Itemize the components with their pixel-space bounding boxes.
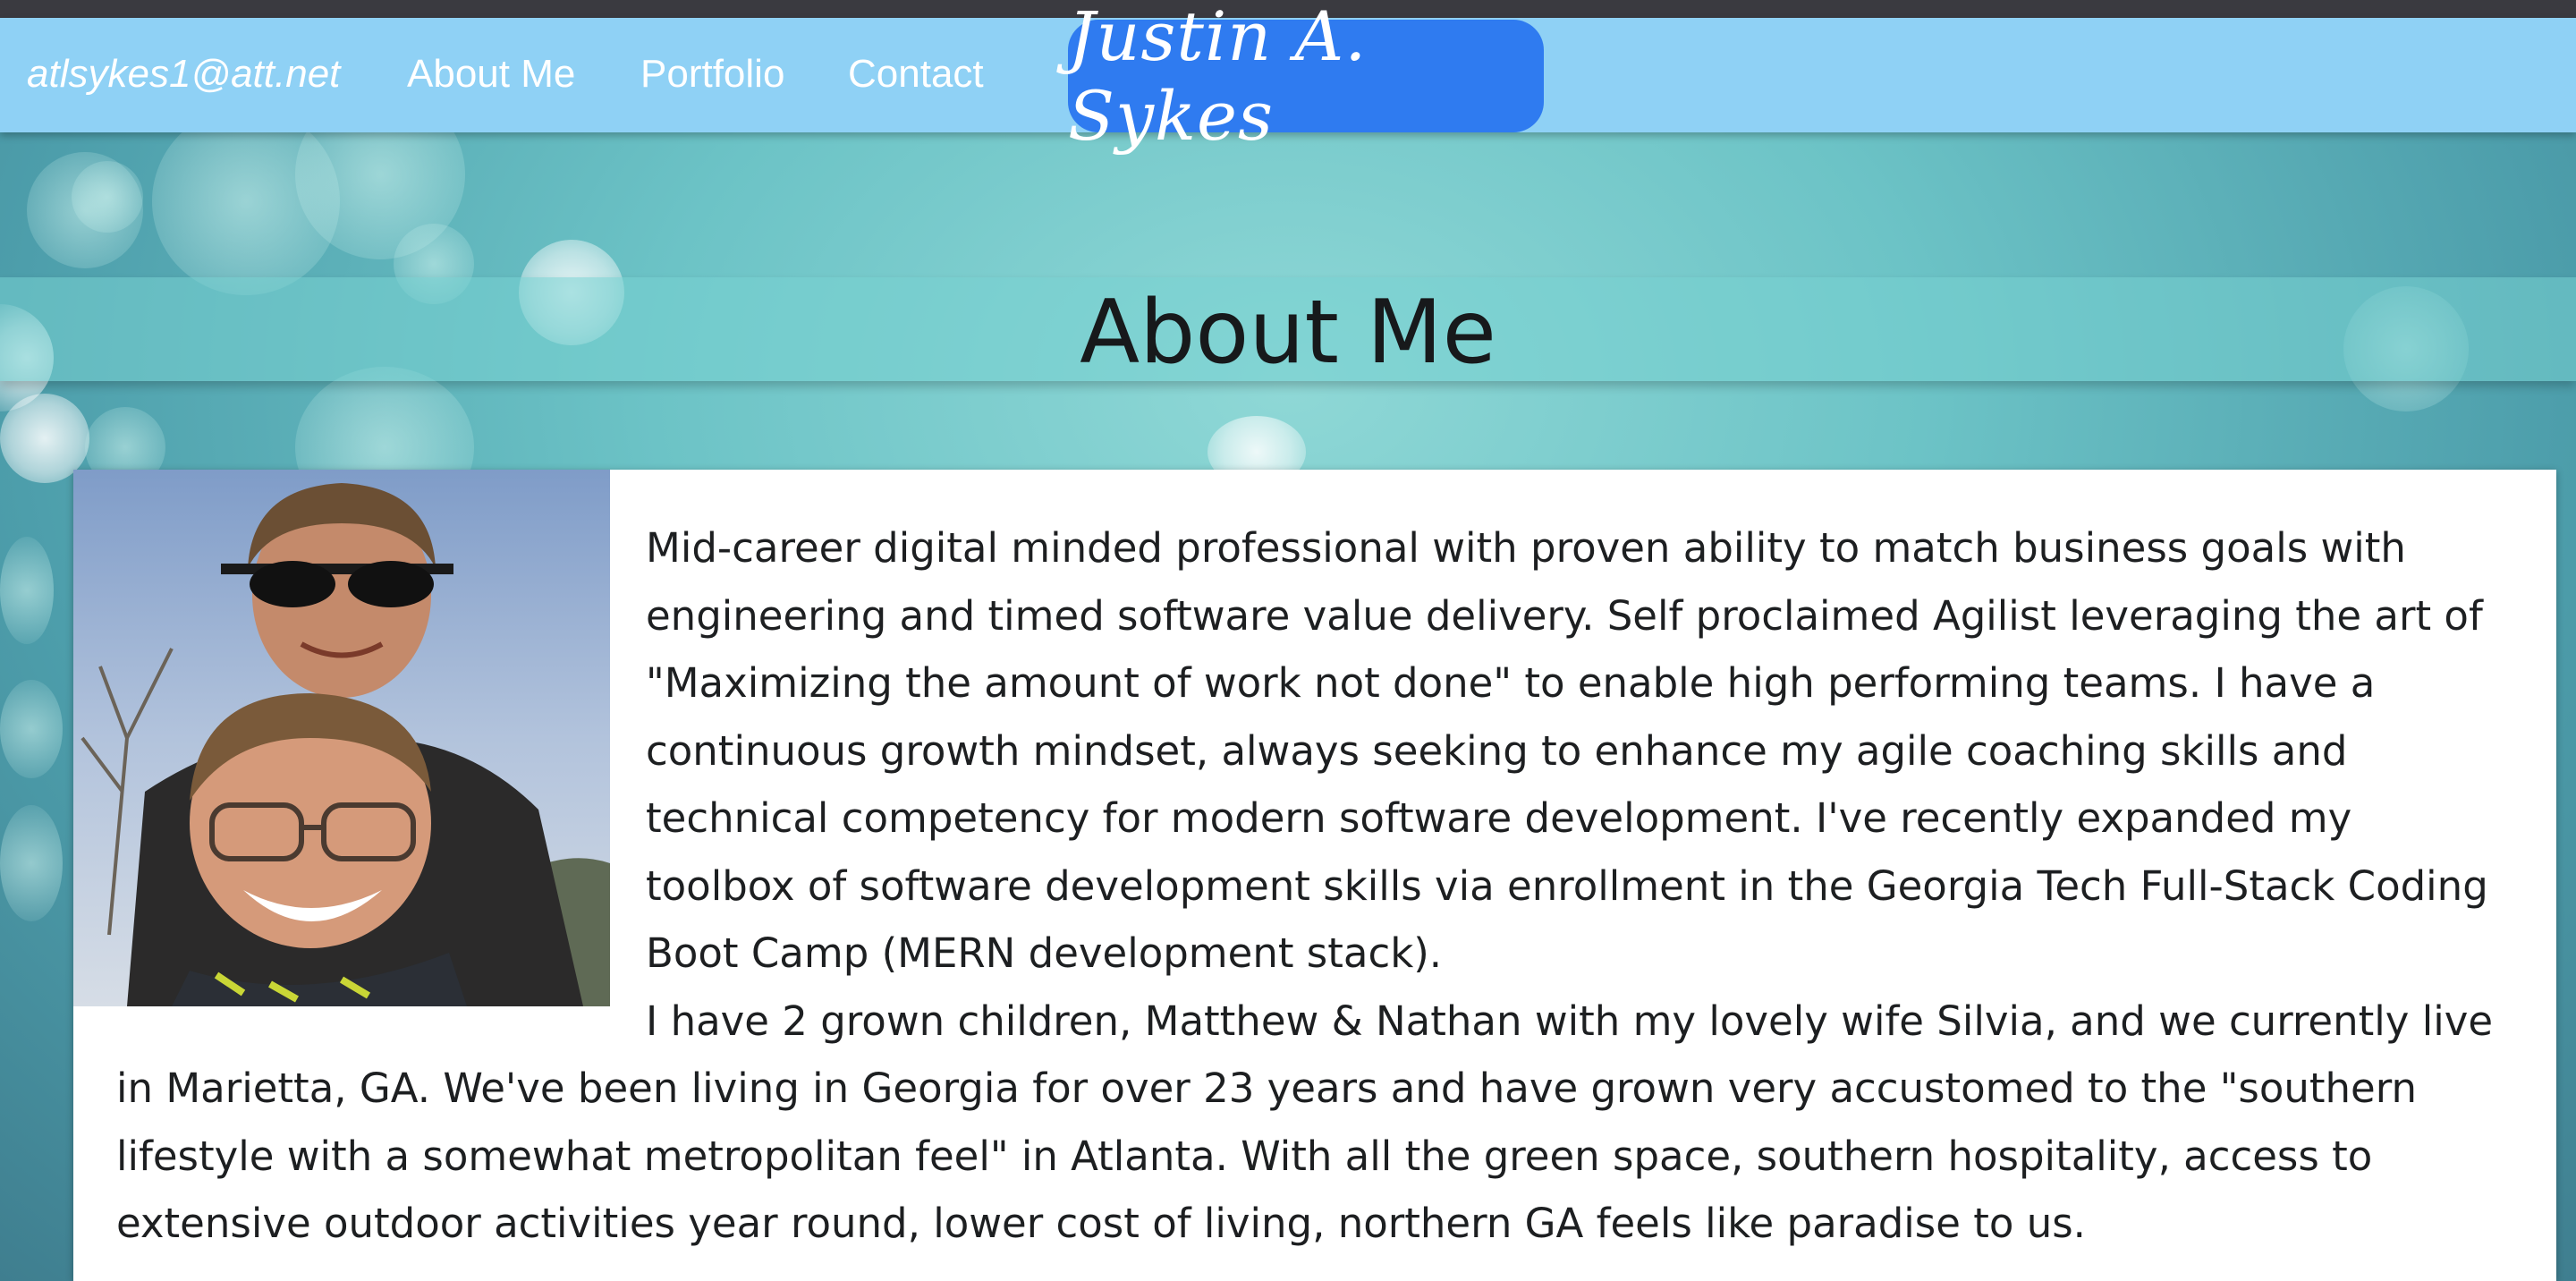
profile-photo — [73, 470, 610, 1006]
bio-paragraph-2: I have 2 grown children, Matthew & Natha… — [116, 997, 2494, 1248]
brand-logo[interactable]: Justin A. Sykes — [1068, 0, 1544, 156]
nav-link-portfolio[interactable]: Portfolio — [640, 52, 784, 97]
email-link[interactable]: atlsykes1@att.net — [27, 52, 340, 97]
about-card: Mid-career digital minded professional w… — [73, 470, 2556, 1281]
page-title: About Me — [1080, 282, 1496, 384]
nav-link-contact[interactable]: Contact — [848, 52, 984, 97]
nav-link-about[interactable]: About Me — [407, 52, 575, 97]
